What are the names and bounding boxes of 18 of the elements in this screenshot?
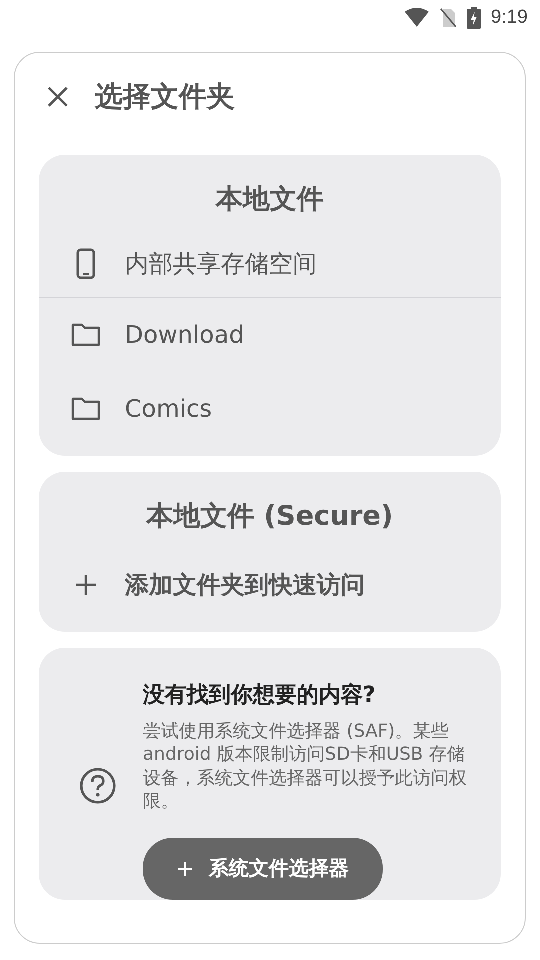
wifi-icon [405, 8, 430, 28]
help-icon [79, 766, 117, 805]
help-text: 尝试使用系统文件选择器 (SAF)。某些android 版本限制访问SD卡和USB 存储设备，系统文件选择器可以授予此访问权限。 [143, 720, 468, 814]
list-item[interactable]: 添加文件夹到快速访问 [39, 548, 501, 622]
system-picker-button[interactable]: 系统文件选择器 [143, 838, 383, 900]
folder-icon [71, 397, 101, 421]
clock: 9:19 [491, 7, 528, 29]
list-item[interactable]: Download [39, 298, 501, 372]
list-item[interactable]: Comics [39, 372, 501, 446]
section-title: 本地文件 (Secure) [145, 500, 394, 534]
no-sim-icon [439, 8, 458, 28]
folder-icon [71, 323, 101, 347]
plus-icon [177, 860, 193, 877]
battery-charging-icon [467, 7, 482, 29]
close-icon[interactable] [47, 86, 69, 108]
help-title: 没有找到你想要的内容? [143, 682, 377, 710]
section-title: 本地文件 [214, 183, 325, 217]
dialog-title: 选择文件夹 [95, 79, 235, 115]
